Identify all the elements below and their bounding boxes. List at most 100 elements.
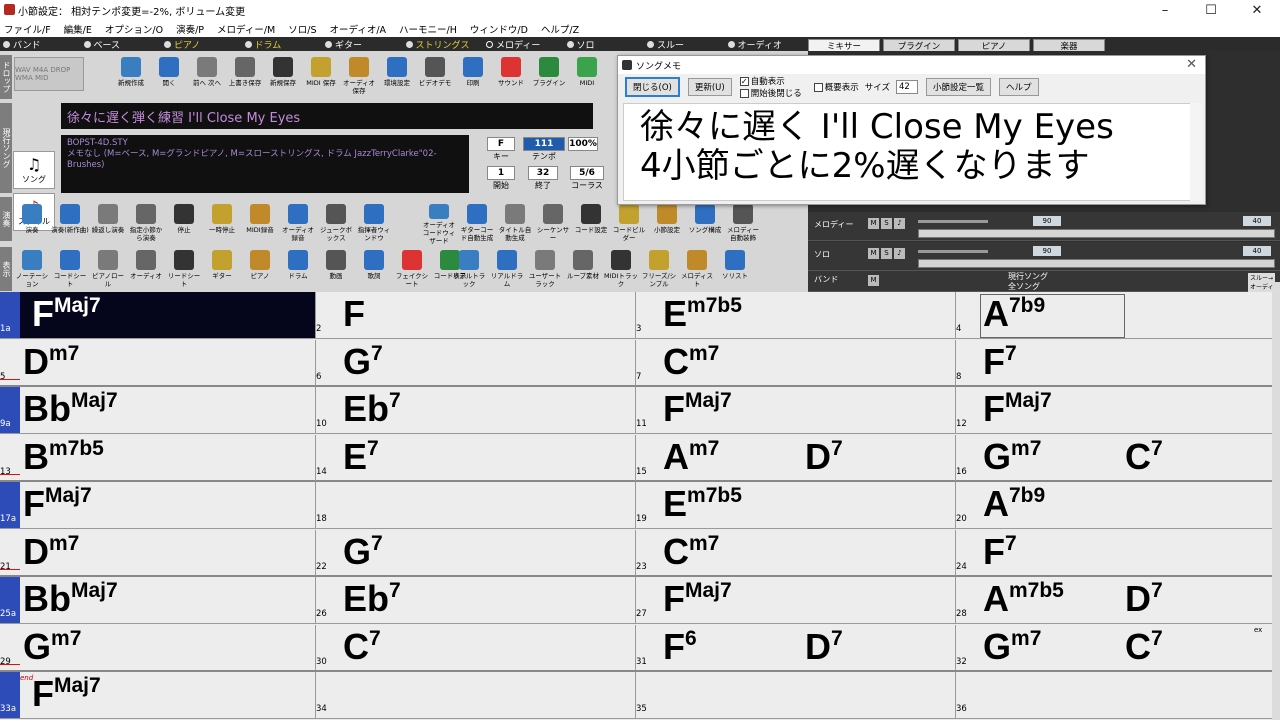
bar-cell[interactable]: BbMaj7	[20, 387, 315, 433]
toolbar-button[interactable]: 演奏(新作曲)	[51, 201, 89, 245]
toolbar-button[interactable]: 繰返し演奏	[89, 201, 127, 245]
toolbar-button[interactable]: 印刷	[454, 54, 492, 98]
bar-cell[interactable]: 16 Gm7 C7	[955, 434, 1272, 481]
toolbar-button[interactable]: ピアノロール	[89, 247, 127, 291]
sheet-scrollbar[interactable]	[1272, 292, 1280, 720]
mixer-tab[interactable]: プラグイン	[883, 39, 955, 52]
volume-field[interactable]: 100%	[568, 137, 598, 151]
bar-label[interactable]: 25a	[0, 577, 20, 623]
menu-item[interactable]: オーディオ/A	[329, 22, 386, 36]
minimize-button[interactable]: –	[1142, 3, 1188, 18]
track-radio[interactable]: ギター	[322, 38, 403, 51]
bar-cell[interactable]: FMaj7	[20, 292, 315, 338]
start-field[interactable]: 1 開始	[487, 166, 515, 191]
instrument-select[interactable]	[918, 259, 1275, 268]
toolbar-button[interactable]: ノーテーション	[13, 247, 51, 291]
toolbar-button[interactable]: 新規作成	[112, 54, 150, 98]
thru-button[interactable]: スルー→	[1248, 273, 1276, 282]
menu-item[interactable]: 編集/E	[64, 22, 92, 36]
toolbar-button[interactable]: ピアノ	[241, 247, 279, 291]
toolbar-button[interactable]: 停止	[165, 201, 203, 245]
volume-slider[interactable]	[918, 250, 988, 253]
solo-button[interactable]: S	[881, 248, 892, 259]
track-radio[interactable]: ソロ	[564, 38, 645, 51]
bar-cell[interactable]: 12 FMaj7	[955, 387, 1272, 433]
bar-cell[interactable]: 22 G7	[315, 529, 635, 576]
bar-cell[interactable]: FMaj7	[20, 672, 315, 718]
toolbar-button[interactable]: ギター	[203, 247, 241, 291]
bar-cell[interactable]: Bm7b5	[20, 435, 315, 481]
toolbar-button[interactable]: 前へ 次へ	[188, 54, 226, 98]
toolbar-button[interactable]: ループ素材	[564, 247, 602, 291]
toolbar-button[interactable]: メロディスト	[678, 247, 716, 291]
bar-cell[interactable]: Dm7	[20, 530, 315, 576]
bar-cell[interactable]: BbMaj7	[20, 577, 315, 623]
bar-cell[interactable]: 8 F7	[955, 339, 1272, 386]
mixer-tab[interactable]: 楽器	[1033, 39, 1105, 52]
bar-label[interactable]: 5	[0, 340, 20, 386]
menu-item[interactable]: ハーモニー/H	[399, 22, 457, 36]
toolbar-button[interactable]: MIDI 保存	[302, 54, 340, 98]
memo-update-button[interactable]: 更新(U)	[687, 78, 732, 96]
track-radio[interactable]: ドラム	[242, 38, 323, 51]
bar-cell[interactable]: 20 A7b9	[955, 482, 1272, 528]
menu-item[interactable]: ヘルプ/Z	[541, 22, 579, 36]
toolbar-button[interactable]: 開く	[150, 54, 188, 98]
toolbar-button[interactable]: オーディオ 保存	[340, 54, 378, 98]
bar-cell[interactable]: 27 FMaj7	[635, 577, 955, 623]
toolbar-button[interactable]: コードシート	[51, 247, 89, 291]
end-field[interactable]: 32 終了	[528, 166, 558, 191]
toolbar-button[interactable]: リアルトラック	[450, 247, 488, 291]
bar-cell[interactable]: 11 FMaj7	[635, 387, 955, 433]
bar-label[interactable]: 13	[0, 435, 20, 481]
toolbar-button[interactable]: メロディー自動装飾	[724, 201, 762, 245]
song-button[interactable]: ♫ ソング	[13, 151, 55, 189]
toolbar-button[interactable]: 動画	[317, 247, 355, 291]
bar-cell[interactable]: 30 C7	[315, 624, 635, 671]
memo-close-button[interactable]: 閉じる(O)	[625, 77, 680, 97]
bar-cell[interactable]: 15 Am7 D7	[635, 434, 955, 481]
song-title-field[interactable]: 徐々に遅く弾く練習 I'll Close My Eyes	[61, 103, 593, 129]
toolbar-button[interactable]: 一時停止	[203, 201, 241, 245]
track-radio[interactable]: バンド	[0, 38, 81, 51]
toolbar-button[interactable]: ビデオデモ	[416, 54, 454, 98]
bar-cell[interactable]: 24 F7	[955, 529, 1272, 576]
bar-cell[interactable]: 10 Eb7	[315, 387, 635, 433]
style-info-box[interactable]: BOPST-4D.STY メモなし (M=ベース, M=グランドピアノ, M=スロ…	[61, 135, 469, 193]
toolbar-button[interactable]: 歌詞	[355, 247, 393, 291]
menu-item[interactable]: オプション/O	[105, 22, 163, 36]
menu-item[interactable]: ソロ/S	[288, 22, 316, 36]
bar-cell[interactable]: 34	[315, 672, 635, 718]
bar-cell[interactable]: 28 Am7b5 D7	[955, 577, 1272, 623]
toolbar-button[interactable]: オーディオ録音	[279, 201, 317, 245]
toolbar-button[interactable]: オーディオ	[127, 247, 165, 291]
track-radio[interactable]: オーディオ	[725, 38, 785, 51]
track-radio[interactable]: ストリングス	[403, 38, 484, 51]
bar-label[interactable]: 9a	[0, 387, 20, 433]
bar-cell[interactable]: FMaj7	[20, 482, 315, 528]
toolbar-button[interactable]: ギターコード自動生成	[458, 201, 496, 245]
bar-label[interactable]: 29	[0, 625, 20, 671]
menu-item[interactable]: メロディー/M	[217, 22, 275, 36]
toolbar-button[interactable]: ジュークボックス	[317, 201, 355, 245]
bar-label[interactable]: 17a	[0, 482, 20, 528]
bar-label[interactable]: 33a	[0, 672, 20, 718]
bar-cell[interactable]: 6 G7	[315, 339, 635, 386]
toolbar-button[interactable]: 指揮者ウィンドウ	[355, 201, 393, 245]
menu-item[interactable]: 演奏/P	[176, 22, 204, 36]
bar-cell[interactable]: 31 F6 D7	[635, 624, 955, 671]
size-input[interactable]: 42	[895, 80, 918, 94]
toolbar-button[interactable]: プラグイン	[530, 54, 568, 98]
toolbar-button[interactable]: コードビルダー	[610, 201, 648, 245]
toolbar-button[interactable]: 環境設定	[378, 54, 416, 98]
menu-item[interactable]: ファイル/F	[4, 22, 51, 36]
toolbar-button[interactable]: 指定小節から演奏	[127, 201, 165, 245]
memo-help-button[interactable]: ヘルプ	[998, 78, 1039, 96]
memo-text-area[interactable]: 徐々に遅く I'll Close My Eyes 4小節ごとに2%遅くなります	[623, 103, 1197, 201]
auto-show-checkbox[interactable]: ✓ 自動表示	[739, 75, 802, 87]
volume-slider[interactable]	[918, 220, 988, 223]
mute-button[interactable]: M	[868, 248, 879, 259]
memo-close-icon[interactable]: ✕	[1186, 57, 1197, 72]
toolbar-button[interactable]: リードシート	[165, 247, 203, 291]
toolbar-button[interactable]: リアルドラム	[488, 247, 526, 291]
